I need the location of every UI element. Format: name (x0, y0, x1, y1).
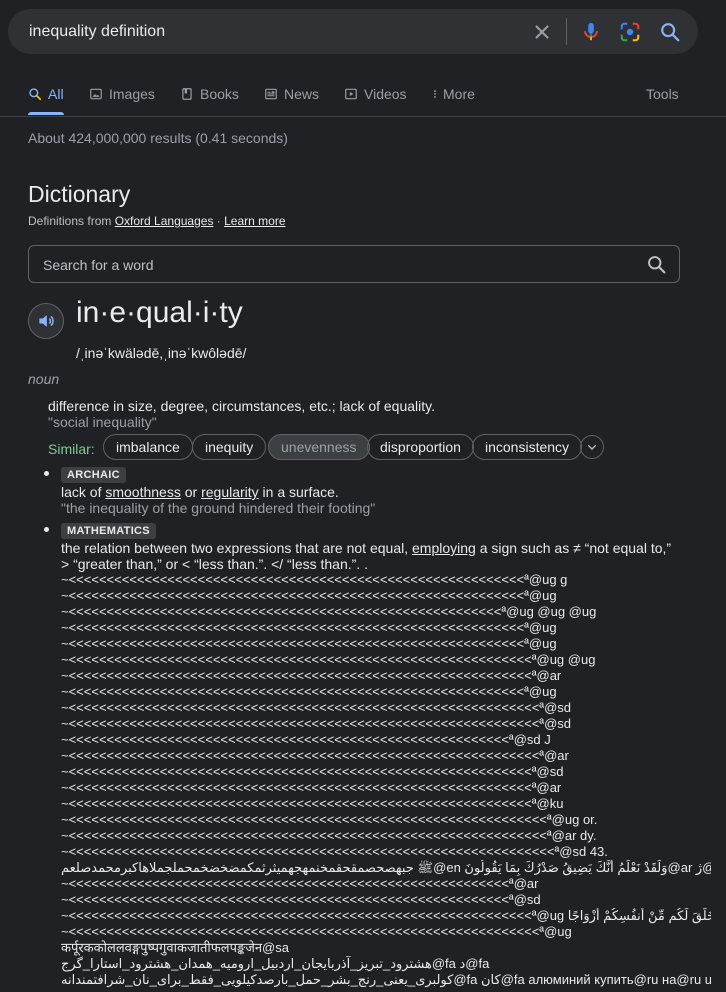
book-icon (182, 88, 192, 100)
tools-label: Tools (646, 86, 679, 102)
sense-text-line2: > “greater than,” or < “less than.”. </ … (61, 556, 368, 572)
garbled-line: कर्पूरककोललवङ्गपुष्पगुवाकजातीफलपङ्कजेन@s… (61, 940, 289, 955)
garbled-line: ~<<<<<<<<<<<<<<<<<<<<<<<<<<<<<<<<<<<<<<<… (61, 844, 608, 859)
bullet (44, 527, 49, 532)
camera-lens-icon[interactable] (619, 21, 641, 43)
garbled-line: ~<<<<<<<<<<<<<<<<<<<<<<<<<<<<<<<<<<<<<<<… (61, 748, 569, 763)
garbled-line: ﷺ جبهصحصمقحقمخنمهجهميثرثمكمضخضخمحملجملاه… (61, 860, 711, 875)
headword: in·e·qual·i·ty (76, 296, 243, 329)
clear-icon[interactable] (531, 21, 553, 43)
oxford-languages-link[interactable]: Oxford Languages (115, 214, 214, 228)
sense-tag: MATHEMATICS (61, 523, 156, 539)
definition-example: "social inequality" (48, 414, 157, 430)
sense-tag: ARCHAIC (61, 467, 126, 483)
garbled-line: ~<<<<<<<<<<<<<<<<<<<<<<<<<<<<<<<<<<<<<<<… (61, 572, 568, 587)
search-input[interactable]: inequality definition (29, 23, 165, 41)
tab-all[interactable]: All (28, 84, 64, 104)
word-search-box[interactable]: Search for a word (28, 245, 680, 283)
tab-images[interactable]: Images (89, 84, 155, 104)
similar-chip[interactable]: unevenness (268, 434, 370, 460)
active-tab-indicator (28, 112, 64, 115)
learn-more-link[interactable]: Learn more (224, 214, 285, 228)
garbled-line: ~<<<<<<<<<<<<<<<<<<<<<<<<<<<<<<<<<<<<<<<… (61, 684, 557, 699)
similar-chip[interactable]: inconsistency (472, 434, 583, 460)
similar-chip[interactable]: imbalance (103, 434, 193, 460)
tab-news[interactable]: News (264, 84, 319, 104)
garbled-line: ~<<<<<<<<<<<<<<<<<<<<<<<<<<<<<<<<<<<<<<<… (61, 620, 557, 635)
tab-label: Images (109, 86, 155, 102)
search-tabs: All Images Books News Videos More Tools (0, 82, 726, 117)
microphone-icon[interactable] (580, 21, 602, 43)
tab-label: Videos (364, 86, 407, 102)
tab-videos[interactable]: Videos (344, 84, 407, 104)
garbled-line: كولبری_یعنی_رنج_بشر_حمل_بارصدکیلویی_فقط_… (61, 972, 711, 987)
source-prefix: Definitions from (28, 214, 115, 228)
garbled-line: ~<<<<<<<<<<<<<<<<<<<<<<<<<<<<<<<<<<<<<<<… (61, 924, 572, 939)
regularity-link[interactable]: regularity (201, 484, 259, 500)
tab-label: Books (200, 86, 239, 102)
dictionary-source: Definitions from Oxford Languages · Lear… (28, 214, 286, 228)
employing-link[interactable]: employing (412, 540, 476, 556)
phonetic: /ˌinəˈkwälədē,ˌinəˈkwôlədē/ (76, 345, 247, 361)
garbled-line: ~<<<<<<<<<<<<<<<<<<<<<<<<<<<<<<<<<<<<<<<… (61, 652, 596, 667)
sense-text: lack of smoothness or regularity in a su… (61, 484, 339, 500)
garbled-text-block: ~<<<<<<<<<<<<<<<<<<<<<<<<<<<<<<<<<<<<<<<… (61, 572, 711, 988)
garbled-line: ~<<<<<<<<<<<<<<<<<<<<<<<<<<<<<<<<<<<<<<<… (61, 764, 564, 779)
news-icon (265, 88, 277, 100)
sense-text: the relation between two expressions tha… (61, 540, 671, 556)
garbled-line: ~<<<<<<<<<<<<<<<<<<<<<<<<<<<<<<<<<<<<<<<… (61, 812, 598, 827)
result-stats: About 424,000,000 results (0.41 seconds) (28, 130, 288, 146)
tab-books[interactable]: Books (180, 84, 239, 104)
sense-example: "the inequality of the ground hindered t… (61, 500, 376, 516)
similar-chip[interactable]: inequity (192, 434, 267, 460)
tools-button[interactable]: Tools (646, 84, 679, 104)
pronunciation-button[interactable] (28, 303, 64, 339)
search-icon[interactable] (646, 254, 667, 280)
search-divider (566, 18, 567, 45)
similar-chip[interactable]: disproportion (367, 434, 474, 460)
sense-text-part: the relation between two expressions tha… (61, 540, 412, 556)
garbled-line: ~<<<<<<<<<<<<<<<<<<<<<<<<<<<<<<<<<<<<<<<… (61, 732, 551, 747)
tab-label: More (443, 86, 475, 102)
garbled-line: ~<<<<<<<<<<<<<<<<<<<<<<<<<<<<<<<<<<<<<<<… (61, 876, 539, 891)
search-bar[interactable]: inequality definition (8, 9, 698, 54)
source-separator: · (213, 214, 225, 228)
garbled-line: ~<<<<<<<<<<<<<<<<<<<<<<<<<<<<<<<<<<<<<<<… (61, 716, 572, 731)
garbled-line: ~<<<<<<<<<<<<<<<<<<<<<<<<<<<<<<<<<<<<<<<… (61, 780, 562, 795)
more-vert-icon (434, 90, 436, 98)
word-search-input[interactable]: Search for a word (43, 257, 154, 273)
garbled-line: ~<<<<<<<<<<<<<<<<<<<<<<<<<<<<<<<<<<<<<<<… (61, 796, 564, 811)
garbled-line: ~<<<<<<<<<<<<<<<<<<<<<<<<<<<<<<<<<<<<<<<… (61, 668, 562, 683)
smoothness-link[interactable]: smoothness (105, 484, 180, 500)
part-of-speech: noun (28, 371, 60, 387)
tab-label: All (48, 86, 64, 102)
search-icon (29, 88, 42, 101)
search-icon[interactable] (659, 21, 681, 43)
chevron-down-icon (588, 445, 596, 450)
garbled-line: ~<<<<<<<<<<<<<<<<<<<<<<<<<<<<<<<<<<<<<<<… (61, 604, 597, 619)
bullet (44, 471, 49, 476)
video-icon (345, 88, 357, 100)
garbled-line: ~<<<<<<<<<<<<<<<<<<<<<<<<<<<<<<<<<<<<<<<… (61, 892, 541, 907)
garbled-line: هشترود_تبریز_آذربایجان_اردبیل_ارومیه_همد… (61, 956, 490, 971)
garbled-line: ~<<<<<<<<<<<<<<<<<<<<<<<<<<<<<<<<<<<<<<<… (61, 828, 597, 843)
garbled-line: ~<<<<<<<<<<<<<<<<<<<<<<<<<<<<<<<<<<<<<<<… (61, 908, 711, 923)
similar-label: Similar: (48, 441, 95, 457)
sense-text-part: lack of (61, 484, 106, 500)
sense-text-part: a sign such as ≠ “not equal to,” (475, 540, 672, 556)
garbled-line: ~<<<<<<<<<<<<<<<<<<<<<<<<<<<<<<<<<<<<<<<… (61, 700, 572, 715)
tab-more[interactable]: More (430, 84, 475, 104)
speaker-icon (39, 315, 54, 327)
garbled-line: ~<<<<<<<<<<<<<<<<<<<<<<<<<<<<<<<<<<<<<<<… (61, 636, 557, 651)
image-icon (90, 88, 102, 100)
sense-text-part: in a surface. (258, 484, 339, 500)
expand-similar-button[interactable] (580, 435, 604, 459)
tab-label: News (284, 86, 320, 102)
sense-text-part: or (180, 484, 202, 500)
definition-text: difference in size, degree, circumstance… (48, 398, 436, 414)
dictionary-title: Dictionary (28, 181, 131, 207)
garbled-line: ~<<<<<<<<<<<<<<<<<<<<<<<<<<<<<<<<<<<<<<<… (61, 588, 557, 603)
